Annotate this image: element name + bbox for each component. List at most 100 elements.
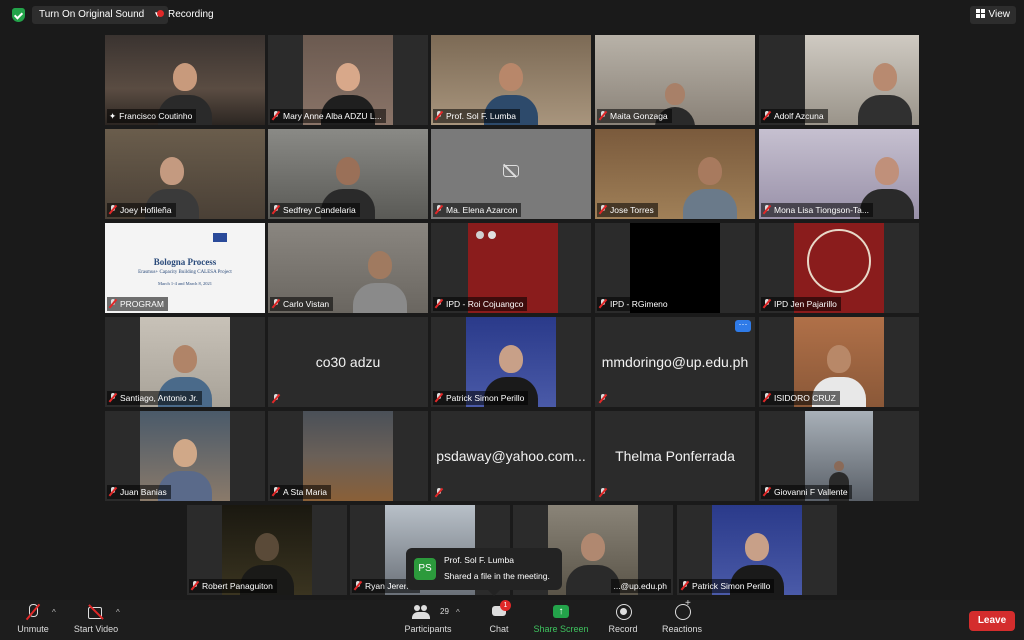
video-tile-francisco-coutinho[interactable]: ✦ Francisco Coutinho (105, 35, 265, 125)
record-label: Record (608, 624, 638, 634)
slide-title: Bologna Process (153, 257, 217, 267)
leave-button[interactable]: Leave (969, 611, 1015, 631)
unmute-button[interactable]: Unmute (14, 604, 52, 638)
recording-indicator: Recording (157, 6, 214, 24)
participant-name-label: PROGRAM (107, 297, 168, 311)
video-tile-ipd-roi-cojuangco[interactable]: IPD - Roi Cojuangco (431, 223, 591, 313)
video-tile-patrick-simon-perillo[interactable]: Patrick Simon Perillo (431, 317, 591, 407)
muted-mic-icon (599, 299, 607, 308)
grid-icon (975, 9, 985, 18)
chat-label: Chat (489, 624, 509, 634)
video-tile-ipd-jen-pajarillo[interactable]: IPD Jen Pajarillo (759, 223, 919, 313)
slide-dates: March 1-4 and March 8, 2021 (158, 281, 212, 286)
video-tile-co30-adzu[interactable]: co30 adzu (268, 317, 428, 407)
share-screen-label: Share Screen (533, 624, 589, 634)
muted-mic-icon (109, 487, 117, 496)
unmute-label: Unmute (17, 624, 49, 634)
logo-icon (488, 231, 496, 239)
video-tile-sol-lumba[interactable]: Prof. Sol F. Lumba (431, 35, 591, 125)
video-tile-carlo-vistan[interactable]: Carlo Vistan (268, 223, 428, 313)
participant-name-label: Giovanni F Vallente (761, 485, 852, 499)
participant-name-label: Sedfrey Candelaria (270, 203, 360, 217)
participant-display-name: mmdoringo@up.edu.ph (601, 354, 749, 370)
video-tile-juan-banias[interactable]: Juan Banias (105, 411, 265, 501)
muted-mic-icon (681, 581, 689, 590)
participants-button[interactable]: 29 Participants (402, 604, 454, 638)
participant-name-label: ...@up.edu.ph (611, 579, 671, 593)
muted-mic-icon (763, 205, 771, 214)
participant-display-name: psdaway@yahoo.com... (436, 448, 586, 464)
recording-dot-icon (157, 10, 164, 17)
video-options-chevron-icon[interactable]: ^ (116, 608, 120, 617)
video-tile-adolf-azcuna[interactable]: Adolf Azcuna (759, 35, 919, 125)
muted-mic-icon (763, 111, 771, 120)
share-screen-button[interactable]: Share Screen (532, 604, 590, 638)
security-shield-icon[interactable] (12, 8, 25, 22)
participant-name-label: ISIDORO CRUZ (761, 391, 840, 405)
video-tile-mona-lisa-tiongson[interactable]: Mona Lisa Tiongson-Ta... (759, 129, 919, 219)
view-button[interactable]: View (969, 6, 1016, 24)
more-options-icon[interactable]: ··· (735, 320, 751, 332)
recording-label: Recording (168, 9, 214, 20)
muted-mic-icon (763, 299, 771, 308)
video-tile-isidoro-cruz[interactable]: ISIDORO CRUZ (759, 317, 919, 407)
participant-name-label: Jose Torres (597, 203, 658, 217)
participant-name-label: Ma. Elena Azarcon (433, 203, 522, 217)
video-tile-joey-hofilena[interactable]: Joey Hofileña (105, 129, 265, 219)
video-off-icon (87, 604, 105, 620)
muted-mic-icon (435, 205, 443, 214)
video-tile-psdaway[interactable]: psdaway@yahoo.com... (431, 411, 591, 501)
eu-flag-icon (213, 233, 227, 242)
reactions-button[interactable]: Reactions (660, 598, 704, 638)
participant-silhouette (857, 63, 912, 125)
participant-display-name: Thelma Ponferrada (615, 448, 735, 464)
participant-name-label: ✦ Francisco Coutinho (107, 109, 197, 123)
university-seal-icon (807, 229, 871, 293)
participant-silhouette (683, 157, 738, 219)
muted-mic-icon (109, 393, 117, 402)
video-tile-program[interactable]: Bologna Process Erasmus+ Capacity Buildi… (105, 223, 265, 313)
muted-mic-icon (435, 299, 443, 308)
view-label: View (988, 9, 1011, 20)
chat-button[interactable]: 1 Chat (484, 600, 514, 638)
video-tile-sedfrey-candelaria[interactable]: Sedfrey Candelaria (268, 129, 428, 219)
reactions-label: Reactions (661, 624, 703, 634)
participant-name-label: Adolf Azcuna (761, 109, 828, 123)
participants-icon (412, 604, 430, 620)
audio-options-chevron-icon[interactable]: ^ (52, 608, 56, 617)
video-tile-a-sta-maria[interactable]: A Sta Maria (268, 411, 428, 501)
video-tile-mmdoringo[interactable]: mmdoringo@up.edu.ph ··· (595, 317, 755, 407)
video-tile-elena-azarcon[interactable]: Ma. Elena Azarcon (431, 129, 591, 219)
participant-name-label: Patrick Simon Perillo (433, 391, 529, 405)
chat-icon: 1 (490, 600, 511, 620)
sender-avatar: PS (414, 558, 436, 580)
participant-name-label: Prof. Sol F. Lumba (433, 109, 520, 123)
video-tile-robert-panaguiton[interactable]: Robert Panaguiton (187, 505, 347, 595)
original-sound-button[interactable]: Turn On Original Sound ▼ (32, 6, 169, 24)
record-button[interactable]: Record (606, 604, 640, 638)
video-tile-maita-gonzaga[interactable]: Maita Gonzaga (595, 35, 755, 125)
start-video-button[interactable]: Start Video (72, 604, 120, 638)
share-screen-icon (552, 604, 570, 620)
video-tile-jose-torres[interactable]: Jose Torres (595, 129, 755, 219)
video-tile-thelma-ponferrada[interactable]: Thelma Ponferrada (595, 411, 755, 501)
video-tile-mary-anne-alba[interactable]: Mary Anne Alba ADZU L... (268, 35, 428, 125)
notification-sender: Prof. Sol F. Lumba (444, 555, 514, 565)
participant-display-name: co30 adzu (315, 354, 381, 370)
reactions-icon (673, 598, 691, 620)
muted-mic-icon (763, 487, 771, 496)
muted-mic-icon (272, 394, 280, 403)
video-tile-patrick-simon-perillo-2[interactable]: Patrick Simon Perillo (677, 505, 837, 595)
participant-name-label: Juan Banias (107, 485, 171, 499)
video-tile-ipd-rgimeno[interactable]: IPD - RGimeno (595, 223, 755, 313)
video-tile-santiago-antonio[interactable]: Santiago, Antonio Jr. (105, 317, 265, 407)
muted-mic-icon (435, 111, 443, 120)
participants-chevron-icon[interactable]: ^ (456, 608, 460, 617)
participants-label: Participants (404, 624, 452, 634)
notification-pointer (488, 590, 500, 596)
participant-name-label: IPD - Roi Cojuangco (433, 297, 528, 311)
video-tile-giovanni-vallente[interactable]: Giovanni F Vallente (759, 411, 919, 501)
slide-subtitle: Erasmus+ Capacity Building CALESA Projec… (138, 270, 232, 275)
file-shared-notification[interactable]: PS Prof. Sol F. Lumba Shared a file in t… (406, 548, 562, 596)
muted-mic-icon (109, 205, 117, 214)
